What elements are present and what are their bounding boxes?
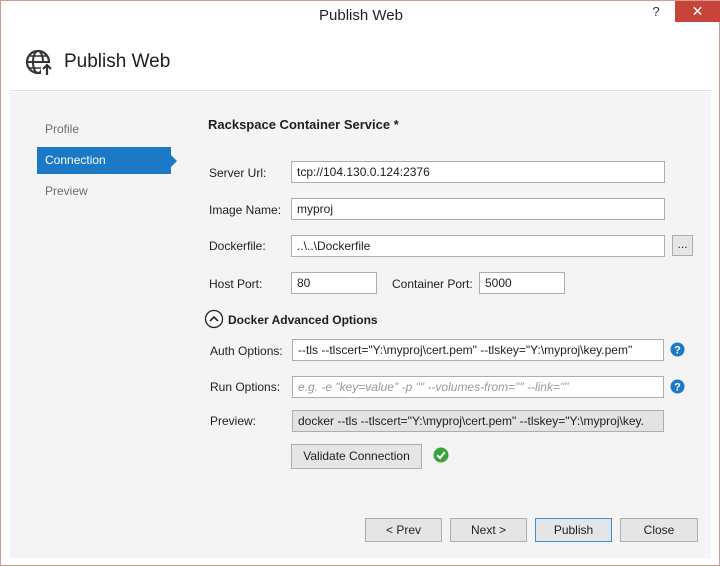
globe-publish-icon — [25, 49, 53, 75]
check-circle-icon — [433, 447, 449, 463]
publish-button[interactable]: Publish — [535, 518, 612, 542]
advanced-options-toggle[interactable]: Docker Advanced Options — [228, 313, 378, 327]
svg-text:?: ? — [674, 345, 681, 357]
section-title: Rackspace Container Service * — [208, 117, 399, 132]
collapse-chevron-icon[interactable] — [204, 309, 224, 329]
svg-text:?: ? — [674, 382, 681, 394]
run-options-input[interactable]: e.g. -e "key=value" -p "" --volumes-from… — [292, 376, 664, 398]
close-button[interactable]: Close — [620, 518, 698, 542]
active-indicator-arrow — [171, 155, 177, 167]
dockerfile-label: Dockerfile: — [209, 239, 266, 253]
nav-item-profile[interactable]: Profile — [37, 116, 171, 143]
auth-options-input[interactable]: --tls --tlscert="Y:\myproj\cert.pem" --t… — [292, 339, 664, 361]
window-title: Publish Web — [319, 7, 403, 24]
host-port-input[interactable]: 80 — [291, 272, 377, 294]
container-port-label: Container Port: — [392, 277, 473, 291]
preview-label: Preview: — [210, 414, 257, 428]
auth-options-label: Auth Options: — [210, 344, 283, 358]
nav-item-label: Connection — [45, 153, 106, 167]
nav-item-connection[interactable]: Connection — [37, 147, 177, 174]
server-url-label: Server Url: — [209, 166, 267, 180]
help-circle-icon[interactable]: ? — [670, 342, 685, 357]
title-bar[interactable]: Publish Web ? ✕ — [1, 1, 720, 31]
publish-web-dialog: Publish Web ? ✕ Publish Web Profile Conn… — [0, 0, 720, 566]
nav-item-preview[interactable]: Preview — [37, 178, 171, 205]
server-url-input[interactable]: tcp://104.130.0.124:2376 — [291, 161, 665, 183]
nav-item-label: Profile — [45, 122, 80, 136]
header-title: Publish Web — [64, 51, 171, 72]
dialog-header: Publish Web — [10, 31, 711, 91]
next-button[interactable]: Next > — [450, 518, 527, 542]
prev-button[interactable]: < Prev — [365, 518, 442, 542]
help-button[interactable]: ? — [646, 3, 666, 21]
preview-command-field[interactable]: docker --tls --tlscert="Y:\myproj\cert.p… — [292, 410, 664, 432]
close-window-button[interactable]: ✕ — [675, 1, 720, 22]
image-name-label: Image Name: — [209, 203, 282, 217]
dialog-content: Profile Connection Preview Rackspace Con… — [10, 92, 711, 558]
browse-dockerfile-button[interactable]: ... — [672, 235, 693, 256]
image-name-input[interactable]: myproj — [291, 198, 665, 220]
dockerfile-input[interactable]: ..\..\Dockerfile — [291, 235, 665, 257]
nav-item-label: Preview — [45, 184, 88, 198]
run-options-label: Run Options: — [210, 380, 281, 394]
host-port-label: Host Port: — [209, 277, 263, 291]
validate-connection-button[interactable]: Validate Connection — [291, 444, 422, 469]
help-circle-icon[interactable]: ? — [670, 379, 685, 394]
container-port-input[interactable]: 5000 — [479, 272, 565, 294]
